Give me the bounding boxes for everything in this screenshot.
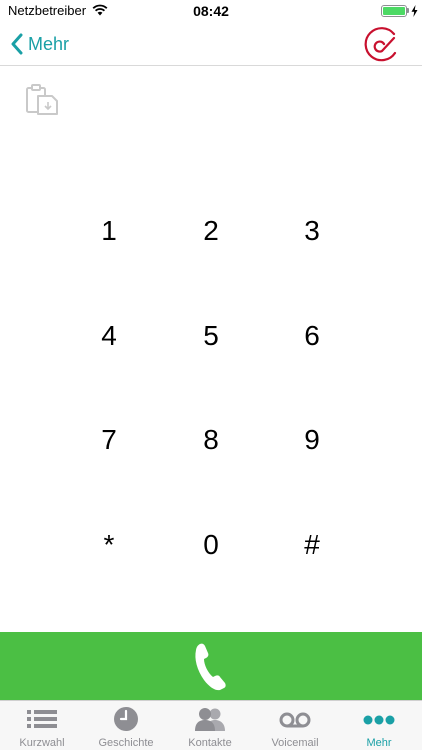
- tab-label: Voicemail: [271, 737, 319, 749]
- tab-bar: Kurzwahl Geschichte Kontakte Voicemail M…: [0, 700, 422, 750]
- key-2[interactable]: 2: [161, 191, 261, 271]
- tab-label: Mehr: [366, 737, 392, 749]
- back-label: Mehr: [28, 33, 70, 54]
- charging-icon: [411, 5, 418, 17]
- more-icon: [363, 715, 395, 725]
- chevron-left-icon: [11, 33, 23, 55]
- key-1[interactable]: 1: [59, 191, 159, 271]
- brand-logo-icon[interactable]: [361, 24, 401, 64]
- key-8[interactable]: 8: [161, 400, 261, 480]
- tab-geschichte[interactable]: Geschichte: [84, 701, 168, 750]
- clock-icon: [114, 707, 138, 731]
- key-4[interactable]: 4: [59, 296, 159, 376]
- key-hash[interactable]: #: [262, 505, 362, 585]
- paste-icon[interactable]: [24, 83, 60, 117]
- contacts-icon: [195, 708, 225, 731]
- key-5[interactable]: 5: [161, 296, 261, 376]
- navigation-bar: Mehr: [0, 22, 422, 66]
- back-button[interactable]: Mehr: [10, 30, 69, 58]
- key-7[interactable]: 7: [59, 400, 159, 480]
- phone-icon: [195, 643, 226, 691]
- tab-voicemail[interactable]: Voicemail: [253, 701, 337, 750]
- call-button[interactable]: [0, 632, 422, 700]
- battery-icon: [381, 5, 407, 17]
- voicemail-icon: [279, 712, 311, 728]
- battery-cap: [407, 8, 409, 13]
- tab-mehr[interactable]: Mehr: [337, 701, 421, 750]
- tab-kurzwahl[interactable]: Kurzwahl: [0, 701, 84, 750]
- list-icon: [27, 710, 57, 728]
- clock: 08:42: [193, 3, 229, 19]
- tab-label: Geschichte: [98, 737, 154, 749]
- key-6[interactable]: 6: [262, 296, 362, 376]
- tab-label: Kurzwahl: [19, 737, 65, 749]
- status-bar: Netzbetreiber 08:42: [0, 0, 422, 22]
- key-star[interactable]: *: [59, 505, 159, 585]
- tab-kontakte[interactable]: Kontakte: [168, 701, 252, 750]
- key-3[interactable]: 3: [262, 191, 362, 271]
- tab-label: Kontakte: [188, 737, 232, 749]
- battery-level: [383, 7, 405, 15]
- key-9[interactable]: 9: [262, 400, 362, 480]
- key-0[interactable]: 0: [161, 505, 261, 585]
